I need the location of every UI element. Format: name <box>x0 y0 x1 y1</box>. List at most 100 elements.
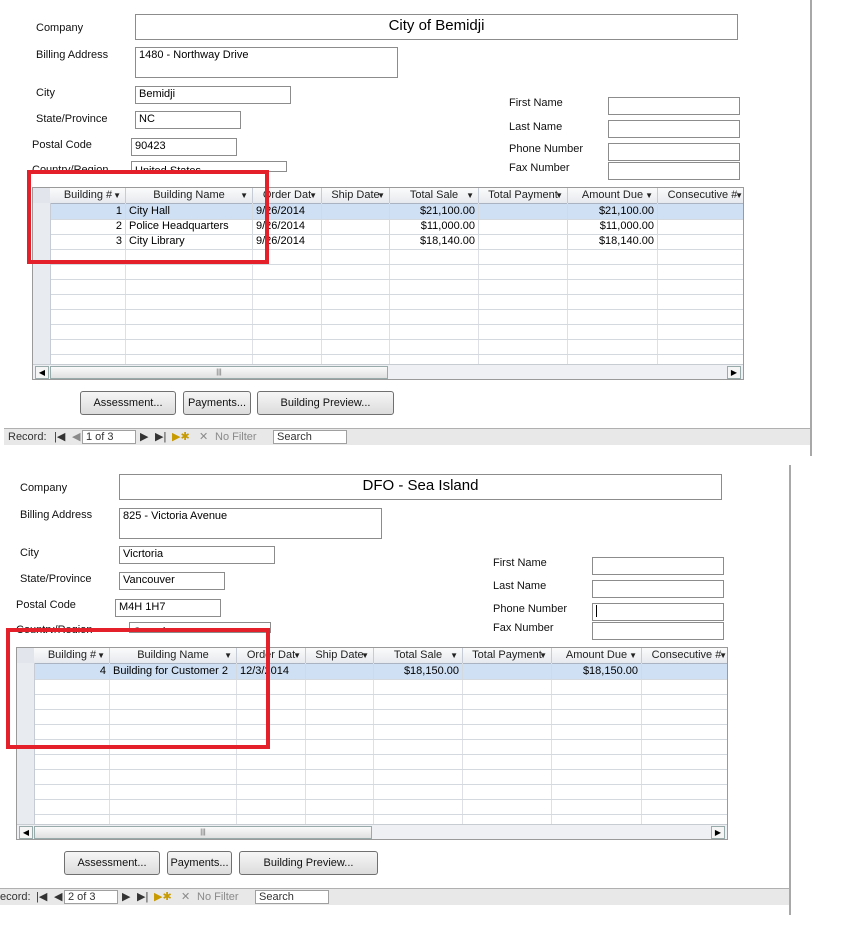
postal-field[interactable]: M4H 1H7 <box>115 599 221 617</box>
fax-field[interactable] <box>608 162 740 180</box>
next-record-icon[interactable]: ▶ <box>140 429 148 445</box>
col-total-sale[interactable]: Total Sale ▼ <box>390 188 479 203</box>
company-field[interactable]: City of Bemidji <box>135 14 738 40</box>
new-record-icon[interactable]: ▶✱ <box>172 429 190 445</box>
first-name-field[interactable] <box>608 97 740 115</box>
cell-total-payment[interactable] <box>479 204 568 219</box>
cell-ship-date[interactable] <box>306 664 374 679</box>
filter-icon[interactable]: ✕ <box>199 429 208 445</box>
col-ship-date[interactable]: Ship Date ▼ <box>322 188 390 203</box>
postal-label: Postal Code <box>32 139 92 151</box>
scroll-left-icon[interactable]: ◀ <box>35 366 49 379</box>
col-ship-date[interactable]: Ship Date ▼ <box>306 648 374 663</box>
phone-label: Phone Number <box>493 603 567 615</box>
col-consecutive[interactable]: Consecutive # ▼ <box>658 188 743 203</box>
first-record-icon[interactable]: |◀ <box>36 889 47 905</box>
assessment-button[interactable]: Assessment... <box>80 391 176 415</box>
col-label: Total Payment <box>472 649 542 661</box>
postal-field[interactable]: 90423 <box>131 138 237 156</box>
scroll-thumb[interactable]: ||| <box>34 826 372 839</box>
payments-button[interactable]: Payments... <box>167 851 232 875</box>
company-label: Company <box>20 482 68 494</box>
company-field[interactable]: DFO - Sea Island <box>119 474 722 500</box>
cell-total-sale[interactable]: $18,140.00 <box>390 234 479 249</box>
building-preview-button[interactable]: Building Preview... <box>257 391 394 415</box>
postal-label: Postal Code <box>16 599 76 611</box>
col-amount-due[interactable]: Amount Due ▼ <box>568 188 658 203</box>
cell-amount-due[interactable]: $18,150.00 <box>552 664 642 679</box>
phone-label: Phone Number <box>509 143 583 155</box>
col-consecutive[interactable]: Consecutive # ▼ <box>642 648 727 663</box>
cell-ship-date[interactable] <box>322 234 390 249</box>
last-record-icon[interactable]: ▶| <box>137 889 148 905</box>
scroll-right-icon[interactable]: ▶ <box>711 826 725 839</box>
first-name-field[interactable] <box>592 557 724 575</box>
search-box[interactable]: Search <box>273 430 347 444</box>
col-total-payment[interactable]: Total Payment ▼ <box>479 188 568 203</box>
cell-total-sale[interactable]: $18,150.00 <box>374 664 463 679</box>
table-row[interactable] <box>35 799 727 815</box>
scroll-thumb[interactable]: ||| <box>50 366 388 379</box>
fax-field[interactable] <box>592 622 724 640</box>
phone-field[interactable] <box>592 603 724 621</box>
table-row[interactable] <box>35 784 727 800</box>
cell-total-sale[interactable]: $21,100.00 <box>390 204 479 219</box>
phone-field[interactable] <box>608 143 740 161</box>
no-filter-label[interactable]: No Filter <box>215 429 257 445</box>
horizontal-scrollbar[interactable]: ◀ ||| ▶ <box>17 824 727 839</box>
payments-button[interactable]: Payments... <box>183 391 251 415</box>
no-filter-label[interactable]: No Filter <box>197 889 239 905</box>
search-box[interactable]: Search <box>255 890 329 904</box>
new-record-icon[interactable]: ▶✱ <box>154 889 172 905</box>
cell-total-payment[interactable] <box>463 664 552 679</box>
city-field[interactable]: Bemidji <box>135 86 291 104</box>
previous-record-icon[interactable]: ◀ <box>72 429 80 445</box>
assessment-button[interactable]: Assessment... <box>64 851 160 875</box>
table-row[interactable] <box>35 754 727 770</box>
form-right-border <box>789 465 791 915</box>
table-row[interactable] <box>51 264 743 280</box>
billing-address-field[interactable]: 1480 - Northway Drive <box>135 47 398 78</box>
cell-amount-due[interactable]: $21,100.00 <box>568 204 658 219</box>
last-name-field[interactable] <box>608 120 740 138</box>
table-row[interactable] <box>35 769 727 785</box>
dropdown-arrow-icon: ▼ <box>555 191 563 200</box>
table-row[interactable] <box>51 324 743 340</box>
last-name-field[interactable] <box>592 580 724 598</box>
record-label: Record: <box>8 431 47 443</box>
col-total-sale[interactable]: Total Sale ▼ <box>374 648 463 663</box>
record-label: ecord: <box>0 891 31 903</box>
scroll-left-icon[interactable]: ◀ <box>19 826 33 839</box>
cell-amount-due[interactable]: $11,000.00 <box>568 219 658 234</box>
cell-ship-date[interactable] <box>322 204 390 219</box>
state-field[interactable]: NC <box>135 111 241 129</box>
table-row[interactable] <box>51 294 743 310</box>
table-row[interactable] <box>51 309 743 325</box>
city-label: City <box>20 547 39 559</box>
record-position-field[interactable]: 2 of 3 <box>64 890 118 904</box>
cell-total-payment[interactable] <box>479 219 568 234</box>
col-total-payment[interactable]: Total Payment ▼ <box>463 648 552 663</box>
table-row[interactable] <box>51 339 743 355</box>
building-preview-button[interactable]: Building Preview... <box>239 851 378 875</box>
col-amount-due[interactable]: Amount Due ▼ <box>552 648 642 663</box>
col-label: Ship Date <box>331 189 380 201</box>
city-field[interactable]: Vicrtoria <box>119 546 275 564</box>
billing-address-field[interactable]: 825 - Victoria Avenue <box>119 508 382 539</box>
cell-amount-due[interactable]: $18,140.00 <box>568 234 658 249</box>
state-field[interactable]: Vancouver <box>119 572 225 590</box>
next-record-icon[interactable]: ▶ <box>122 889 130 905</box>
previous-record-icon[interactable]: ◀ <box>54 889 62 905</box>
filter-icon[interactable]: ✕ <box>181 889 190 905</box>
cell-total-sale[interactable]: $11,000.00 <box>390 219 479 234</box>
last-record-icon[interactable]: ▶| <box>155 429 166 445</box>
record-position-field[interactable]: 1 of 3 <box>82 430 136 444</box>
cell-ship-date[interactable] <box>322 219 390 234</box>
scroll-right-icon[interactable]: ▶ <box>727 366 741 379</box>
table-row[interactable] <box>51 279 743 295</box>
cell-total-payment[interactable] <box>479 234 568 249</box>
first-record-icon[interactable]: |◀ <box>54 429 65 445</box>
last-name-label: Last Name <box>509 121 563 133</box>
highlight-box <box>27 170 269 264</box>
horizontal-scrollbar[interactable]: ◀ ||| ▶ <box>33 364 743 379</box>
